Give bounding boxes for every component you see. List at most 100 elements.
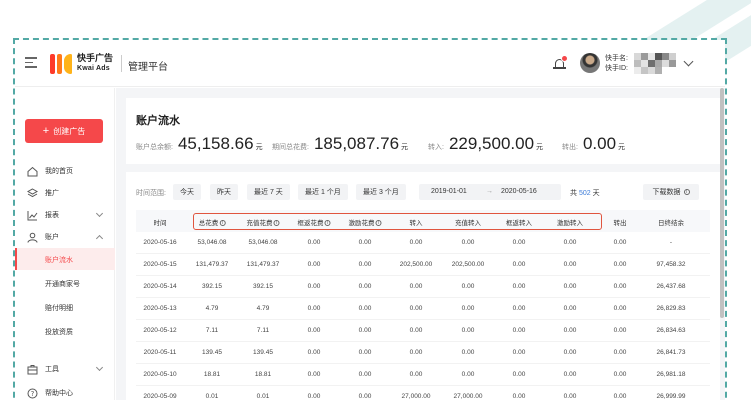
user-id-label: 快手ID: xyxy=(605,65,628,72)
table-cell: 0.00 xyxy=(512,283,526,290)
download-info-icon: i xyxy=(683,189,690,195)
page-title: 账户流水 xyxy=(136,115,180,127)
table-cell: 0.00 xyxy=(358,283,372,290)
table-cell: 18.81 xyxy=(203,371,221,378)
table-cell: 0.00 xyxy=(461,283,475,290)
filter-7days-button[interactable]: 最近 7 天 xyxy=(247,184,290,200)
table-cell: 0.00 xyxy=(613,393,627,400)
logo-divider xyxy=(121,55,122,72)
table-header-cell: 时间 xyxy=(153,220,167,227)
table-cell: 0.00 xyxy=(613,261,627,268)
table-cell: 26,841.73 xyxy=(656,349,686,356)
table-cell: 0.00 xyxy=(409,349,423,356)
scrollbar[interactable] xyxy=(720,88,724,318)
plus-icon: + xyxy=(42,125,50,137)
table-cell: 0.01 xyxy=(256,393,270,400)
table-cell: 0.00 xyxy=(358,327,372,334)
stat-transfer-in: 转入: 229,500.00 元 xyxy=(428,134,544,153)
table-cell: 53,046.08 xyxy=(248,239,278,246)
notification-bell-icon[interactable] xyxy=(553,55,568,70)
table-cell: 0.00 xyxy=(613,327,627,334)
chevron-up-icon xyxy=(95,234,104,243)
table-cell: 0.00 xyxy=(512,393,526,400)
table-cell: 0.00 xyxy=(563,305,577,312)
filter-today-button[interactable]: 今天 xyxy=(173,184,201,200)
menu-toggle-icon[interactable] xyxy=(25,57,37,68)
section-divider xyxy=(126,164,720,172)
table-cell: 2020-05-11 xyxy=(143,349,177,356)
table-cell: 0.00 xyxy=(307,261,321,268)
logo-cn: 快手广告 xyxy=(77,53,114,63)
table-row: 2020-05-09 0.01 0.01 0.00 0.00 27,000.00 27,00… xyxy=(136,386,710,400)
table-cell: 0.00 xyxy=(307,371,321,378)
sidebar-item-help[interactable]: ? 帮助中心 xyxy=(15,382,115,400)
table-cell: 0.00 xyxy=(307,393,321,400)
table-cell: 131,479.37 xyxy=(195,261,229,268)
table-cell: 0.00 xyxy=(563,393,577,400)
table-cell: 2020-05-12 xyxy=(143,327,177,334)
download-data-button[interactable]: 下载数据 i xyxy=(643,184,699,200)
user-icon xyxy=(27,232,38,243)
sidebar-sub-qualification[interactable]: 投放资质 xyxy=(15,320,115,342)
table-cell: 0.00 xyxy=(563,327,577,334)
table-cell: 0.00 xyxy=(409,371,423,378)
table-row: 2020-05-14 392.15 392.15 0.00 0.00 0.00 0.00 0.… xyxy=(136,276,710,298)
table-header-cell: 转出 xyxy=(613,220,627,227)
table-cell: 0.00 xyxy=(613,239,627,246)
table-cell: 0.00 xyxy=(358,393,372,400)
sidebar-item-tools[interactable]: 工具 xyxy=(15,358,115,380)
table-cell: 27,000.00 xyxy=(401,393,431,400)
table-cell: 26,981.18 xyxy=(656,371,686,378)
avatar[interactable] xyxy=(580,53,600,73)
table-cell: 0.00 xyxy=(461,239,475,246)
table-cell: 97,458.32 xyxy=(656,261,686,268)
table-cell: 0.00 xyxy=(512,371,526,378)
user-name-label: 快手名: xyxy=(605,55,628,62)
sidebar-item-reports[interactable]: 报表 xyxy=(15,204,115,226)
table-cell: 2020-05-10 xyxy=(143,371,177,378)
table-cell: 0.00 xyxy=(512,349,526,356)
table-cell: 0.00 xyxy=(461,349,475,356)
sidebar-item-home[interactable]: 我的首页 xyxy=(15,160,115,182)
date-arrow-icon: → xyxy=(486,188,493,195)
filter-1month-button[interactable]: 最近 1 个月 xyxy=(298,184,348,200)
table-cell: 0.00 xyxy=(358,349,372,356)
table-row: 2020-05-10 18.81 18.81 0.00 0.00 0.00 0.00 0.00… xyxy=(136,364,710,386)
table-cell: 4.79 xyxy=(256,305,270,312)
create-ad-button[interactable]: + 创建广告 xyxy=(25,119,103,143)
chevron-down-icon[interactable] xyxy=(683,56,694,67)
stat-transfer-out: 转出: 0.00 元 xyxy=(562,134,626,153)
table-cell: 7.11 xyxy=(256,327,270,334)
date-range-picker[interactable]: 2019-01-01 → 2020-05-16 xyxy=(419,184,561,200)
table-cell: 2020-05-14 xyxy=(143,283,177,290)
table-cell: 0.00 xyxy=(512,327,526,334)
table-cell: 0.00 xyxy=(461,305,475,312)
redacted-user-info xyxy=(634,53,676,74)
table-cell: 0.00 xyxy=(409,239,423,246)
table-cell: 139.45 xyxy=(253,349,273,356)
table-row: 2020-05-13 4.79 4.79 0.00 0.00 0.00 0.00 0.00 0.… xyxy=(136,298,710,320)
table-cell: 18.81 xyxy=(254,371,272,378)
table-header-cell: 日终结余 xyxy=(658,220,684,227)
notification-dot xyxy=(561,55,568,62)
table-cell: - xyxy=(669,239,673,246)
sidebar-sub-account-flow[interactable]: 账户流水 xyxy=(15,248,115,270)
date-end: 2020-05-16 xyxy=(501,188,537,195)
table-cell: 27,000.00 xyxy=(453,393,483,400)
sidebar-sub-compensation[interactable]: 赔付明细 xyxy=(15,296,115,318)
sidebar: + 创建广告 我的首页 推广 报表 账户 账户流水 开通商家号 赔付明细 投放资… xyxy=(15,88,115,400)
table-cell: 0.00 xyxy=(307,239,321,246)
filter-yesterday-button[interactable]: 昨天 xyxy=(210,184,238,200)
table-cell: 0.01 xyxy=(205,393,219,400)
sidebar-item-account[interactable]: 账户 xyxy=(15,226,115,248)
time-range-label: 时间范围: xyxy=(136,190,166,197)
table-row: 2020-05-16 53,046.08 53,046.08 0.00 0.00 0.00… xyxy=(136,232,710,254)
filter-3months-button[interactable]: 最近 3 个月 xyxy=(356,184,406,200)
sidebar-sub-merchant[interactable]: 开通商家号 xyxy=(15,272,115,294)
table-cell: 0.00 xyxy=(409,327,423,334)
table-cell: 0.00 xyxy=(358,371,372,378)
layers-icon xyxy=(27,187,38,199)
table-cell: 0.00 xyxy=(461,327,475,334)
chart-icon xyxy=(27,210,38,221)
sidebar-item-promotion[interactable]: 推广 xyxy=(15,182,115,204)
